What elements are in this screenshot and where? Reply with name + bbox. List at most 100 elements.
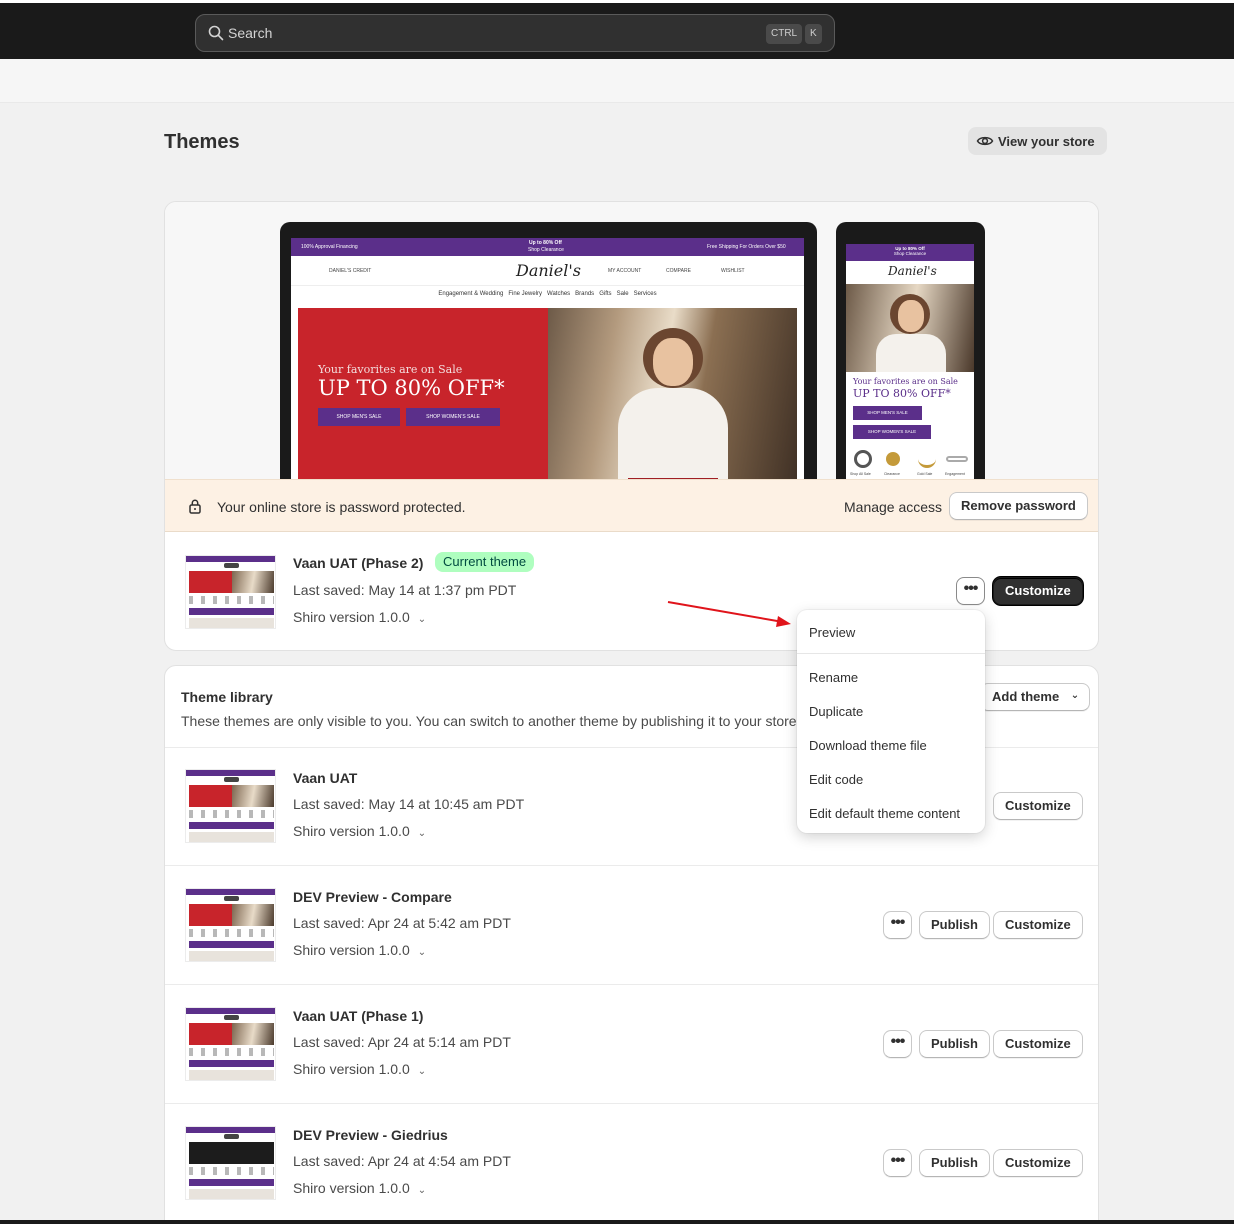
site-nav: Engagement & Wedding Fine Jewelry Watche… xyxy=(291,286,804,302)
theme-version[interactable]: Shiro version 1.0.0 ⌄ xyxy=(293,942,426,958)
nav-item: Fine Jewelry xyxy=(508,291,543,297)
mobile-shop-mens-button: SHOP MEN'S SALE xyxy=(853,406,922,420)
mobile-hero-title: UP TO 80% OFF* xyxy=(853,387,951,400)
password-message: Your online store is password protected. xyxy=(217,499,466,515)
publish-button[interactable]: Publish xyxy=(919,1149,990,1177)
theme-name: Vaan UAT xyxy=(293,770,358,786)
nav-item: Brands xyxy=(575,291,595,297)
theme-name: Vaan UAT (Phase 1) xyxy=(293,1008,424,1024)
wishlist-link: WISHLIST xyxy=(721,268,745,274)
theme-version[interactable]: Shiro version 1.0.0 ⌄ xyxy=(293,1061,426,1077)
customize-button[interactable]: Customize xyxy=(993,577,1083,605)
publish-button[interactable]: Publish xyxy=(919,1030,990,1058)
hero-subtitle: Your favorites are on Sale xyxy=(318,363,463,376)
mobile-hero-subtitle: Your favorites are on Sale xyxy=(853,377,958,386)
mobile-model-face xyxy=(898,300,924,332)
mobile-promo: Up to 80% Off xyxy=(895,246,925,251)
theme-name: DEV Preview - Compare xyxy=(293,889,452,905)
hero-title: UP TO 80% OFF* xyxy=(318,376,505,400)
site-header: DANIEL'S CREDIT Daniel's MY ACCOUNT COMP… xyxy=(291,256,804,286)
more-actions-button[interactable]: ••• xyxy=(883,1149,912,1177)
theme-thumbnail xyxy=(185,1007,276,1081)
shortcut-ctrl-key: CTRL xyxy=(766,24,803,44)
model-face xyxy=(653,338,693,386)
theme-preview-area: 100% Approval Financing Up to 80% Off Sh… xyxy=(165,202,1098,479)
current-theme-name: Vaan UAT (Phase 2) xyxy=(293,555,424,571)
current-theme-version[interactable]: Shiro version 1.0.0 ⌄ xyxy=(293,609,426,625)
lock-icon xyxy=(189,499,201,514)
mobile-model-body xyxy=(876,334,946,372)
nav-item: Watches xyxy=(547,291,571,297)
nav-item: Services xyxy=(633,291,657,297)
eye-icon xyxy=(976,136,994,146)
theme-actions-menu: Preview Rename Duplicate Download theme … xyxy=(797,610,985,833)
theme-saved: Last saved: Apr 24 at 5:42 am PDT xyxy=(293,915,511,931)
current-theme-badge: Current theme xyxy=(435,552,535,572)
customize-button[interactable]: Customize xyxy=(993,1149,1083,1177)
current-theme-saved: Last saved: May 14 at 1:37 pm PDT xyxy=(293,582,517,598)
current-theme-card: 100% Approval Financing Up to 80% Off Sh… xyxy=(164,201,1099,651)
chevron-down-icon: ⌄ xyxy=(1070,690,1080,701)
customize-button[interactable]: Customize xyxy=(993,1030,1083,1058)
sub-header-band xyxy=(0,59,1234,103)
mobile-preview-screen: Up to 80% Off Shop Clearance Daniel's Yo… xyxy=(846,244,974,479)
theme-version[interactable]: Shiro version 1.0.0 ⌄ xyxy=(293,1180,426,1196)
site-logo: Daniel's xyxy=(516,261,581,280)
chevron-down-icon: ⌄ xyxy=(417,1185,427,1196)
customize-button[interactable]: Customize xyxy=(993,792,1083,820)
theme-saved: Last saved: Apr 24 at 4:54 am PDT xyxy=(293,1153,511,1169)
credit-link: DANIEL'S CREDIT xyxy=(329,268,372,274)
version-label: Shiro version 1.0.0 xyxy=(293,823,410,839)
account-link: MY ACCOUNT xyxy=(608,268,642,274)
page-title: Themes xyxy=(164,131,240,153)
bracelet-image xyxy=(946,456,968,462)
promo-right: Free Shipping For Orders Over $50 xyxy=(707,244,786,250)
menu-item-download-theme-file[interactable]: Download theme file xyxy=(809,738,927,753)
chevron-down-icon: ⌄ xyxy=(417,614,427,625)
more-actions-button[interactable]: ••• xyxy=(883,1030,912,1058)
menu-divider xyxy=(797,653,985,654)
bottom-edge xyxy=(0,1220,1234,1224)
manage-access-link[interactable]: Manage access xyxy=(844,499,942,515)
nav-item: Gifts xyxy=(599,291,612,297)
more-actions-button[interactable]: ••• xyxy=(883,911,912,939)
add-theme-button[interactable]: Add theme ⌄ xyxy=(980,683,1091,711)
version-label: Shiro version 1.0.0 xyxy=(293,1180,410,1196)
search-bar[interactable]: Search CTRL K xyxy=(195,14,835,52)
view-store-label: View your store xyxy=(998,133,1095,149)
theme-thumbnail xyxy=(185,888,276,962)
add-theme-label: Add theme xyxy=(992,689,1060,704)
promo-center: Up to 80% Off xyxy=(529,240,562,246)
menu-item-edit-default-theme-content[interactable]: Edit default theme content xyxy=(809,806,960,821)
version-label: Shiro version 1.0.0 xyxy=(293,1061,410,1077)
chevron-down-icon: ⌄ xyxy=(417,947,427,958)
model-figure xyxy=(618,388,728,479)
theme-version[interactable]: Shiro version 1.0.0 ⌄ xyxy=(293,823,426,839)
shop-womens-sale-button: SHOP WOMEN'S SALE xyxy=(406,408,500,426)
search-placeholder: Search xyxy=(228,25,273,41)
necklace-image xyxy=(918,450,936,468)
nav-item: Sale xyxy=(616,291,629,297)
menu-item-edit-code[interactable]: Edit code xyxy=(809,772,863,787)
mobile-category: Gold Sale xyxy=(917,472,933,476)
publish-button[interactable]: Publish xyxy=(919,911,990,939)
version-label: Shiro version 1.0.0 xyxy=(293,942,410,958)
view-store-button[interactable]: View your store xyxy=(968,127,1107,155)
desktop-preview: 100% Approval Financing Up to 80% Off Sh… xyxy=(280,222,817,479)
chevron-down-icon: ⌄ xyxy=(417,1066,427,1077)
desktop-preview-screen: 100% Approval Financing Up to 80% Off Sh… xyxy=(291,238,804,479)
compare-link: COMPARE xyxy=(666,268,691,274)
top-bar: Search CTRL K xyxy=(0,0,1234,59)
theme-saved: Last saved: Apr 24 at 5:14 am PDT xyxy=(293,1034,511,1050)
menu-item-duplicate[interactable]: Duplicate xyxy=(809,704,863,719)
menu-item-rename[interactable]: Rename xyxy=(809,670,858,685)
menu-item-preview[interactable]: Preview xyxy=(809,625,855,640)
customize-button[interactable]: Customize xyxy=(993,911,1083,939)
divider xyxy=(165,984,1098,985)
more-actions-button[interactable]: ••• xyxy=(956,577,985,605)
shortcut-k-key: K xyxy=(805,24,822,44)
remove-password-button[interactable]: Remove password xyxy=(949,492,1088,520)
theme-thumbnail xyxy=(185,1126,276,1200)
divider xyxy=(165,865,1098,866)
mobile-category: Clearance xyxy=(884,472,900,476)
